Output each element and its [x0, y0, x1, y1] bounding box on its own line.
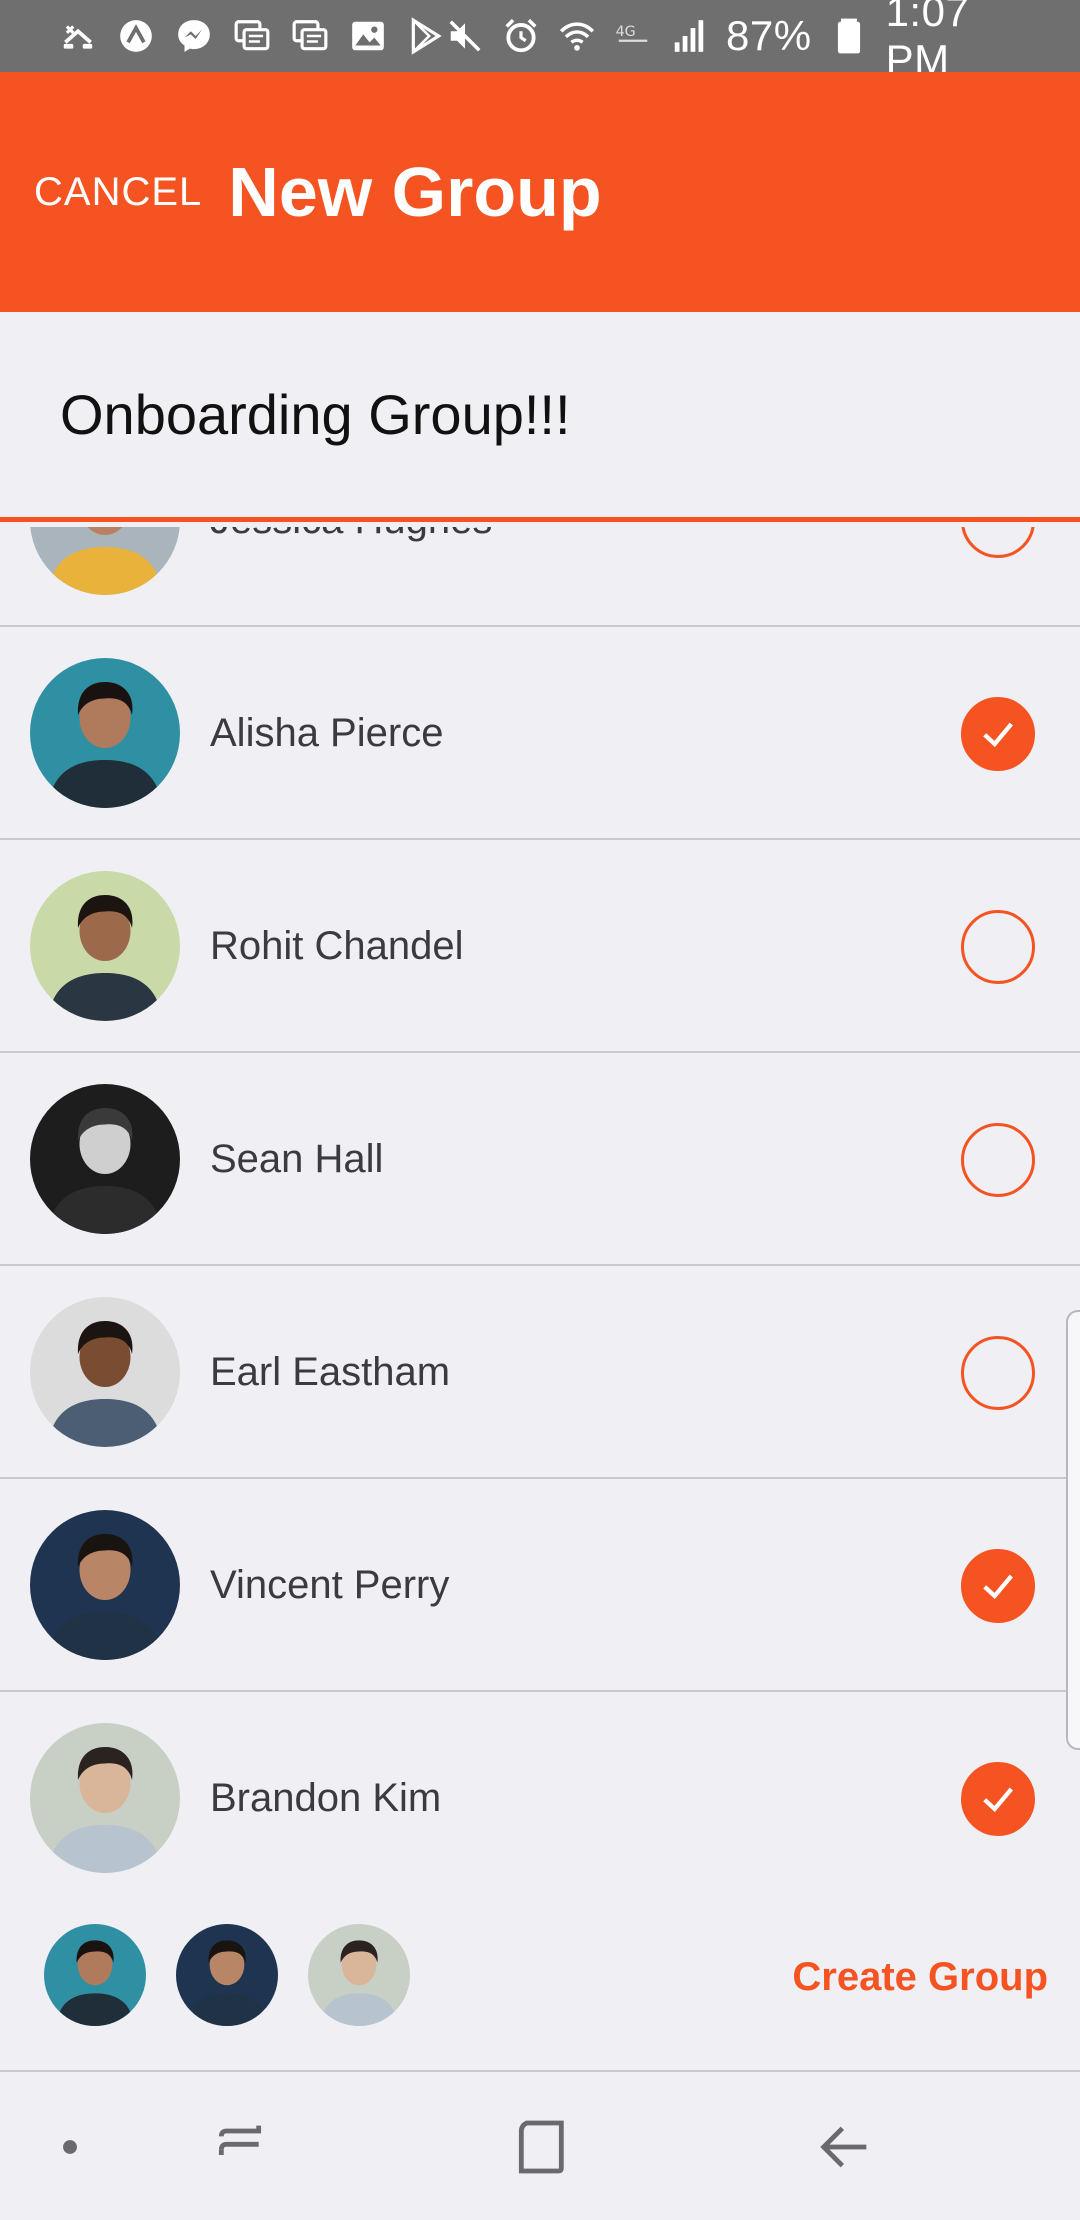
avatar [30, 658, 180, 808]
unchecked-circle-icon[interactable] [961, 910, 1035, 984]
checked-circle-icon[interactable] [961, 1549, 1035, 1623]
message-icon [232, 16, 272, 56]
avatar [30, 1510, 180, 1660]
unchecked-circle-icon[interactable] [961, 1336, 1035, 1410]
contact-row[interactable]: Rohit Chandel [0, 840, 1080, 1053]
messenger-icon [174, 16, 214, 56]
contact-list[interactable]: Jessica Hughes Alisha Pierce Rohit Chandel… [0, 527, 1080, 1882]
contacts-scroll[interactable]: Jessica Hughes Alisha Pierce Rohit Chandel… [0, 527, 1080, 1882]
avatar [30, 1297, 180, 1447]
recent-apps-icon[interactable] [205, 2112, 275, 2182]
contact-name: Earl Eastham [210, 1350, 451, 1394]
contact-row[interactable]: Alisha Pierce [0, 627, 1080, 840]
wifi-icon [558, 16, 596, 56]
create-group-button[interactable]: Create Group [792, 1882, 1048, 2072]
contact-name: Brandon Kim [210, 1776, 442, 1820]
play-store-icon [406, 16, 446, 56]
app-icon [116, 16, 156, 56]
page-title: New Group [228, 153, 602, 231]
missed-call-icon [58, 16, 98, 56]
scrollbar[interactable] [1066, 1310, 1080, 1750]
selected-avatar[interactable] [44, 1924, 146, 2026]
message-icon [290, 16, 330, 56]
contact-row[interactable]: Sean Hall [0, 1053, 1080, 1266]
contact-row[interactable]: Jessica Hughes [0, 527, 1080, 627]
unchecked-circle-icon[interactable] [961, 1123, 1035, 1197]
selection-footer: Create Group [0, 1882, 1080, 2072]
battery-percent: 87% [726, 12, 812, 59]
group-name-input[interactable] [60, 382, 960, 447]
dot-icon[interactable] [35, 2112, 105, 2182]
app-bar: CANCEL New Group [0, 72, 1080, 312]
avatar [30, 871, 180, 1021]
alarm-icon [502, 16, 540, 56]
contact-name: Alisha Pierce [210, 711, 444, 755]
avatar [30, 527, 180, 595]
contact-name: Rohit Chandel [210, 924, 464, 968]
status-bar: 4G 87% 1:07 PM [0, 0, 1080, 83]
signal-icon [670, 16, 708, 56]
mute-icon [446, 16, 484, 56]
group-name-field[interactable] [0, 312, 1080, 522]
contact-name: Vincent Perry [210, 1563, 450, 1607]
notification-icons [58, 16, 446, 56]
back-icon[interactable] [810, 2112, 880, 2182]
contact-row[interactable]: Brandon Kim [0, 1692, 1080, 1882]
contact-name: Sean Hall [210, 1137, 384, 1181]
selected-avatars [44, 1924, 410, 2026]
checked-circle-icon[interactable] [961, 697, 1035, 771]
cancel-button[interactable]: CANCEL [34, 170, 202, 215]
avatar [30, 1084, 180, 1234]
contact-row[interactable]: Earl Eastham [0, 1266, 1080, 1479]
avatar [30, 1723, 180, 1873]
svg-text:4G: 4G [616, 24, 636, 40]
gallery-icon [348, 16, 388, 56]
contact-name: Jessica Hughes [210, 527, 492, 627]
unchecked-circle-icon[interactable] [961, 527, 1035, 558]
home-icon[interactable] [505, 2112, 575, 2182]
battery-icon [830, 16, 868, 56]
contact-row[interactable]: Vincent Perry [0, 1479, 1080, 1692]
selected-avatar[interactable] [176, 1924, 278, 2026]
checked-circle-icon[interactable] [961, 1762, 1035, 1836]
lte-icon: 4G [614, 16, 652, 56]
navigation-bar [0, 2072, 1080, 2220]
selected-avatar[interactable] [308, 1924, 410, 2026]
